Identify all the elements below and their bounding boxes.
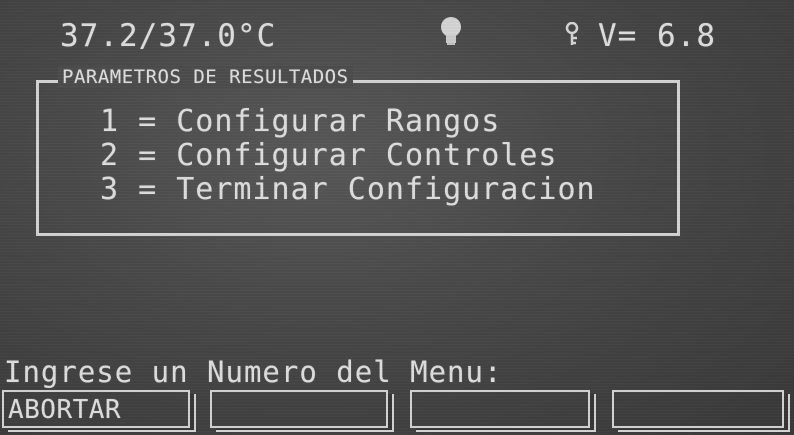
key-icon [563, 21, 581, 46]
menu-item-configure-controls[interactable]: 2 = Configurar Controles [100, 138, 557, 173]
softkey-2[interactable] [210, 390, 388, 428]
softkey-4[interactable] [612, 390, 784, 428]
menu-item-configure-ranges[interactable]: 1 = Configurar Rangos [100, 104, 500, 139]
menu-item-finish-configuration[interactable]: 3 = Terminar Configuracion [100, 172, 596, 207]
softkey-3[interactable] [410, 390, 590, 428]
lamp-icon [438, 16, 464, 46]
temperature-readout: 37.2/37.0°C [60, 18, 277, 54]
abort-softkey-label: ABORTAR [8, 395, 122, 425]
menu-prompt: Ingrese un Numero del Menu: [4, 355, 503, 389]
voltage-readout: V= 6.8 [598, 18, 716, 54]
menu-title: PARAMETROS DE RESULTADOS [58, 66, 353, 88]
abort-softkey[interactable]: ABORTAR [2, 390, 190, 428]
lcd-screen: 37.2/37.0°C V= 6.8 PARAMETROS DE RESULTA… [0, 0, 794, 435]
